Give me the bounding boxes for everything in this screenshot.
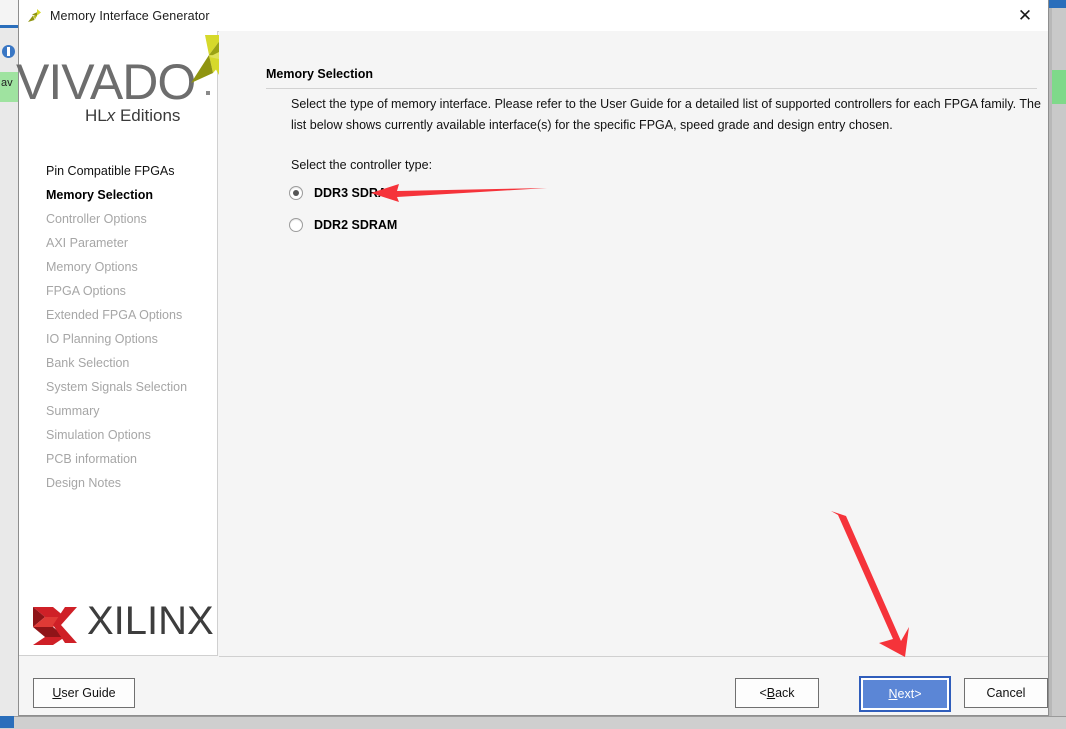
sidebar-item-controller-options[interactable]: Controller Options: [19, 207, 218, 231]
dialog-title-bar: Memory Interface Generator ✕: [19, 0, 1048, 32]
next-mnemonic: N: [888, 687, 897, 701]
sidebar-item-simulation-options[interactable]: Simulation Options: [19, 423, 218, 447]
background-left-accent-bar: [0, 25, 18, 28]
xilinx-brand-logo: XILINX ®: [31, 597, 221, 653]
background-highlight-text: av: [1, 78, 13, 89]
back-label: ack: [775, 686, 794, 700]
back-prefix: <: [759, 686, 766, 700]
sidebar-item-io-planning-options[interactable]: IO Planning Options: [19, 327, 218, 351]
radio-button-ddr2-icon[interactable]: [289, 218, 303, 232]
globe-icon: [2, 45, 15, 58]
next-label: ext: [898, 687, 915, 701]
vivado-logo-icon: [26, 8, 42, 24]
vivado-edition-suffix: Editions: [115, 106, 180, 125]
dialog-body: VIVADO HLx Editions Pin Compatible FPGAs: [19, 31, 1048, 715]
back-mnemonic: B: [767, 686, 775, 700]
background-right-scrollbar[interactable]: [1052, 0, 1066, 728]
sidebar-item-summary[interactable]: Summary: [19, 399, 218, 423]
wizard-content-pane: Memory Selection Select the type of memo…: [219, 31, 1048, 657]
back-button[interactable]: < Back: [735, 678, 819, 708]
sidebar-item-system-signals-selection[interactable]: System Signals Selection: [19, 375, 218, 399]
user-guide-button[interactable]: User Guide: [33, 678, 135, 708]
sidebar-item-extended-fpga-options[interactable]: Extended FPGA Options: [19, 303, 218, 327]
vivado-edition-italic: x: [107, 106, 116, 125]
controller-type-label: Select the controller type:: [291, 158, 432, 172]
cancel-button[interactable]: Cancel: [964, 678, 1048, 708]
user-guide-mnemonic: U: [52, 686, 61, 700]
background-right-accent-bar: [1049, 0, 1066, 8]
sidebar-item-memory-selection[interactable]: Memory Selection: [19, 183, 218, 207]
xilinx-x-icon: [31, 603, 79, 647]
close-icon[interactable]: ✕: [1002, 0, 1048, 31]
xilinx-wordmark: XILINX: [87, 599, 214, 644]
sidebar-item-pin-compatible-fpgas[interactable]: Pin Compatible FPGAs: [19, 159, 218, 183]
background-taskbar-accent: [0, 716, 14, 728]
title-divider: [266, 88, 1037, 89]
background-left-toolbar: [0, 0, 18, 27]
page-description: Select the type of memory interface. Ple…: [291, 94, 1051, 136]
user-guide-label: ser Guide: [61, 686, 115, 700]
vivado-brand-logo: VIVADO HLx Editions: [19, 31, 217, 141]
dialog-footer: User Guide < Back Next > Cancel: [19, 657, 1048, 715]
page-title: Memory Selection: [266, 67, 373, 81]
vivado-edition-label: HLx Editions: [85, 106, 180, 126]
radio-label-ddr2: DDR2 SDRAM: [314, 218, 397, 232]
dialog-title: Memory Interface Generator: [50, 9, 210, 23]
sidebar-item-axi-parameter[interactable]: AXI Parameter: [19, 231, 218, 255]
next-suffix: >: [914, 687, 921, 701]
background-right-highlight-block: [1052, 70, 1066, 104]
sidebar-item-pcb-information[interactable]: PCB information: [19, 447, 218, 471]
vivado-edition-prefix: HL: [85, 106, 107, 125]
sidebar-item-design-notes[interactable]: Design Notes: [19, 471, 218, 495]
wizard-step-list: Pin Compatible FPGAs Memory Selection Co…: [19, 159, 218, 495]
wizard-sidebar: VIVADO HLx Editions Pin Compatible FPGAs: [19, 31, 218, 656]
next-button[interactable]: Next >: [859, 676, 951, 712]
radio-label-ddr3: DDR3 SDRAM: [314, 186, 397, 200]
sidebar-item-fpga-options[interactable]: FPGA Options: [19, 279, 218, 303]
radio-option-ddr2-sdram[interactable]: DDR2 SDRAM: [289, 218, 397, 232]
sidebar-item-bank-selection[interactable]: Bank Selection: [19, 351, 218, 375]
memory-interface-generator-dialog: Memory Interface Generator ✕ VIVADO HLx …: [18, 0, 1049, 716]
radio-button-ddr3-icon[interactable]: [289, 186, 303, 200]
sidebar-item-memory-options[interactable]: Memory Options: [19, 255, 218, 279]
background-taskbar: [0, 716, 1066, 729]
radio-option-ddr3-sdram[interactable]: DDR3 SDRAM: [289, 186, 397, 200]
